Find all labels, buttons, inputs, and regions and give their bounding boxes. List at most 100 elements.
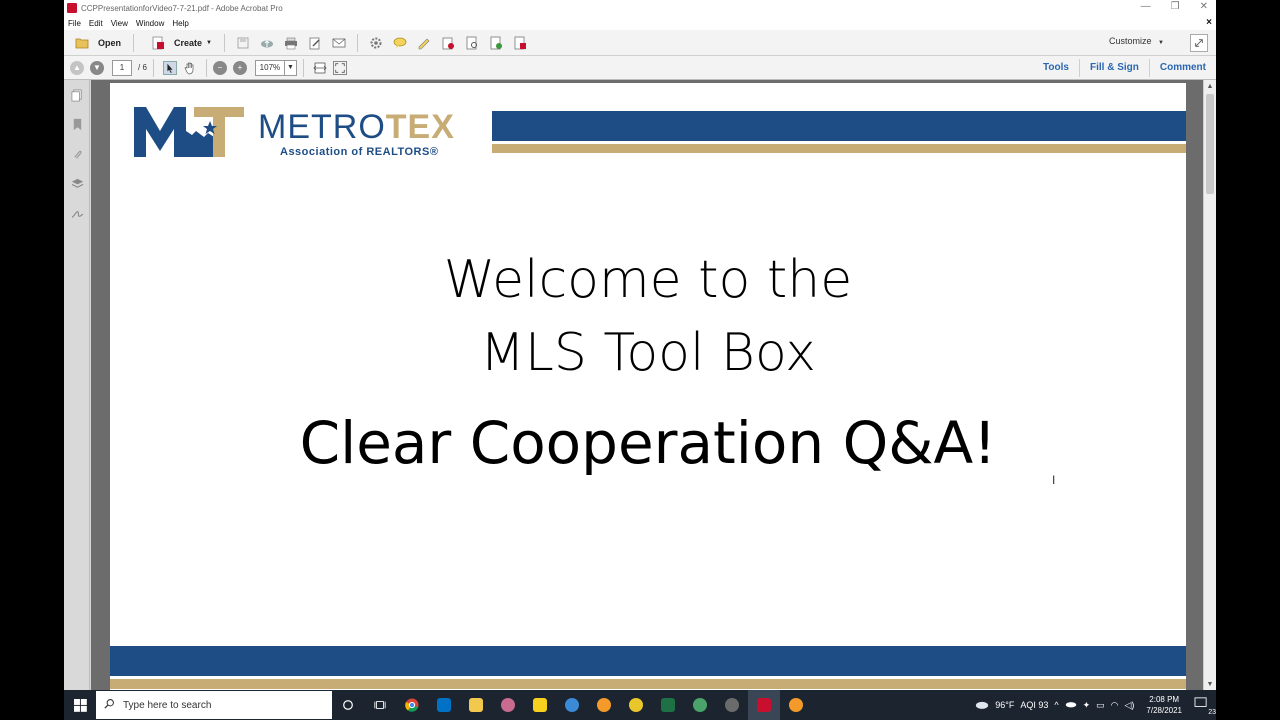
hand-tool-icon[interactable] xyxy=(183,61,197,75)
orange-app-2-icon[interactable] xyxy=(780,690,812,720)
sticky-notes-icon[interactable] xyxy=(524,690,556,720)
onedrive-icon[interactable] xyxy=(1065,700,1077,710)
notification-center-icon[interactable]: 23 xyxy=(1194,697,1216,716)
acrobat-taskbar-icon[interactable] xyxy=(748,690,780,720)
menu-edit[interactable]: Edit xyxy=(85,19,107,28)
dropbox-icon[interactable]: ✦ xyxy=(1083,700,1091,711)
fill-sign-pane-button[interactable]: Fill & Sign xyxy=(1078,59,1149,77)
minimize-button[interactable]: — xyxy=(1141,0,1151,14)
yellow-app-icon[interactable] xyxy=(620,690,652,720)
cortana-icon[interactable] xyxy=(332,690,364,720)
zoom-in-icon[interactable]: + xyxy=(232,60,247,75)
orange-app-icon[interactable] xyxy=(588,690,620,720)
toolbar-divider xyxy=(205,58,207,77)
toolbar-divider xyxy=(223,33,225,52)
file-explorer-icon[interactable] xyxy=(460,690,492,720)
highlight-icon[interactable] xyxy=(417,36,431,50)
chrome-icon[interactable] xyxy=(396,690,428,720)
customize-label: Customize xyxy=(1109,36,1152,46)
chevron-up-icon[interactable]: ^ xyxy=(1054,700,1058,710)
previous-page-icon[interactable]: ▲ xyxy=(70,60,84,75)
menu-bar: File Edit View Window Help × xyxy=(64,16,1216,30)
page-add-icon[interactable] xyxy=(489,36,503,50)
wifi-icon[interactable]: ◠ xyxy=(1111,700,1119,711)
page-search-icon[interactable] xyxy=(465,36,479,50)
print-icon[interactable] xyxy=(284,36,298,50)
network-app-icon[interactable] xyxy=(556,690,588,720)
page-number-input[interactable]: 1 xyxy=(112,59,132,76)
system-clock[interactable]: 2:08 PM 7/28/2021 xyxy=(1140,694,1188,716)
page-export-icon[interactable] xyxy=(513,36,527,50)
vertical-scrollbar[interactable]: ▲ ▼ xyxy=(1203,80,1216,690)
snipping-tool-icon[interactable] xyxy=(492,690,524,720)
create-button[interactable]: Create ▼ xyxy=(140,33,218,53)
bookmarks-icon[interactable] xyxy=(70,117,84,131)
settings-icon[interactable] xyxy=(369,36,383,50)
footer-gold-band xyxy=(110,679,1186,689)
create-label: Create xyxy=(174,37,203,48)
menu-window[interactable]: Window xyxy=(132,19,168,28)
select-cursor-icon[interactable] xyxy=(162,60,177,75)
zoom-level-input[interactable]: 107% xyxy=(254,59,285,76)
menu-view[interactable]: View xyxy=(107,19,132,28)
document-viewport[interactable]: METROTEX Association of REALTORS® Welcom… xyxy=(91,80,1203,703)
search-placeholder: Type here to search xyxy=(123,699,212,711)
tools-pane-button[interactable]: Tools xyxy=(1033,59,1079,77)
close-document-icon[interactable]: × xyxy=(1206,16,1212,30)
volume-icon[interactable]: ◁) xyxy=(1124,700,1134,711)
customize-menu[interactable]: Customize ▼ xyxy=(1109,36,1164,46)
scroll-thumb[interactable] xyxy=(1206,94,1214,194)
system-tray: 96°F AQI 93 ^ ✦ ▭ ◠ ◁) 2:08 PM 7/28/2021… xyxy=(975,690,1216,720)
toolbar-divider xyxy=(356,33,358,52)
scroll-up-icon[interactable]: ▲ xyxy=(1204,80,1216,92)
search-icon xyxy=(104,698,115,712)
toolbar-divider xyxy=(133,33,135,52)
create-pdf-icon xyxy=(151,36,165,50)
signatures-icon[interactable] xyxy=(70,206,84,220)
layers-icon[interactable] xyxy=(70,176,84,190)
zoom-out-icon[interactable]: − xyxy=(212,60,227,75)
brand-secondary: TEX xyxy=(385,108,455,146)
fit-width-icon[interactable] xyxy=(313,61,327,75)
save-icon[interactable] xyxy=(236,36,250,50)
acrobat-app-icon xyxy=(67,3,77,13)
scroll-down-icon[interactable]: ▼ xyxy=(1204,678,1216,690)
comment-pane-button[interactable]: Comment xyxy=(1148,59,1216,77)
menu-help[interactable]: Help xyxy=(168,19,192,28)
restore-button[interactable]: ❐ xyxy=(1171,0,1180,14)
network-icon[interactable]: ▭ xyxy=(1096,700,1105,711)
menu-file[interactable]: File xyxy=(64,19,85,28)
air-quality[interactable]: AQI 93 xyxy=(1020,700,1048,710)
green-app-icon[interactable] xyxy=(684,690,716,720)
attachments-icon[interactable] xyxy=(70,147,84,161)
delete-icon[interactable] xyxy=(441,36,455,50)
clock-date: 7/28/2021 xyxy=(1146,706,1182,715)
edit-icon[interactable] xyxy=(308,36,322,50)
full-screen-icon[interactable] xyxy=(332,60,347,75)
media-app-icon[interactable] xyxy=(716,690,748,720)
weather-temperature[interactable]: 96°F xyxy=(995,700,1014,710)
comment-bubble-icon[interactable] xyxy=(393,36,407,50)
brand-primary: METRO xyxy=(258,108,386,146)
brand-wordmark: METROTEX xyxy=(258,109,455,145)
metrotex-logo: METROTEX Association of REALTORS® xyxy=(132,103,492,163)
page-thumbnails-icon[interactable] xyxy=(70,88,84,102)
excel-icon[interactable] xyxy=(652,690,684,720)
close-button[interactable]: ✕ xyxy=(1200,0,1208,14)
footer-blue-band xyxy=(110,646,1186,676)
text-cursor-icon: I xyxy=(1052,473,1056,487)
outlook-icon[interactable] xyxy=(428,690,460,720)
weather-cloud-icon[interactable] xyxy=(975,699,989,712)
cloud-upload-icon[interactable] xyxy=(260,36,274,50)
windows-start-icon[interactable] xyxy=(64,690,96,720)
expand-icon[interactable] xyxy=(1190,34,1208,52)
next-page-icon[interactable]: ▼ xyxy=(90,60,104,75)
clock-time: 2:08 PM xyxy=(1149,695,1180,704)
slide-heading-line-1: Welcome to the xyxy=(443,250,853,310)
taskbar-search-box[interactable]: Type here to search xyxy=(96,691,332,719)
email-icon[interactable] xyxy=(332,36,346,50)
task-view-icon[interactable] xyxy=(364,690,396,720)
open-button[interactable]: Open xyxy=(64,33,127,53)
navigation-pane xyxy=(64,80,90,690)
chevron-down-icon[interactable]: ▼ xyxy=(284,59,297,76)
